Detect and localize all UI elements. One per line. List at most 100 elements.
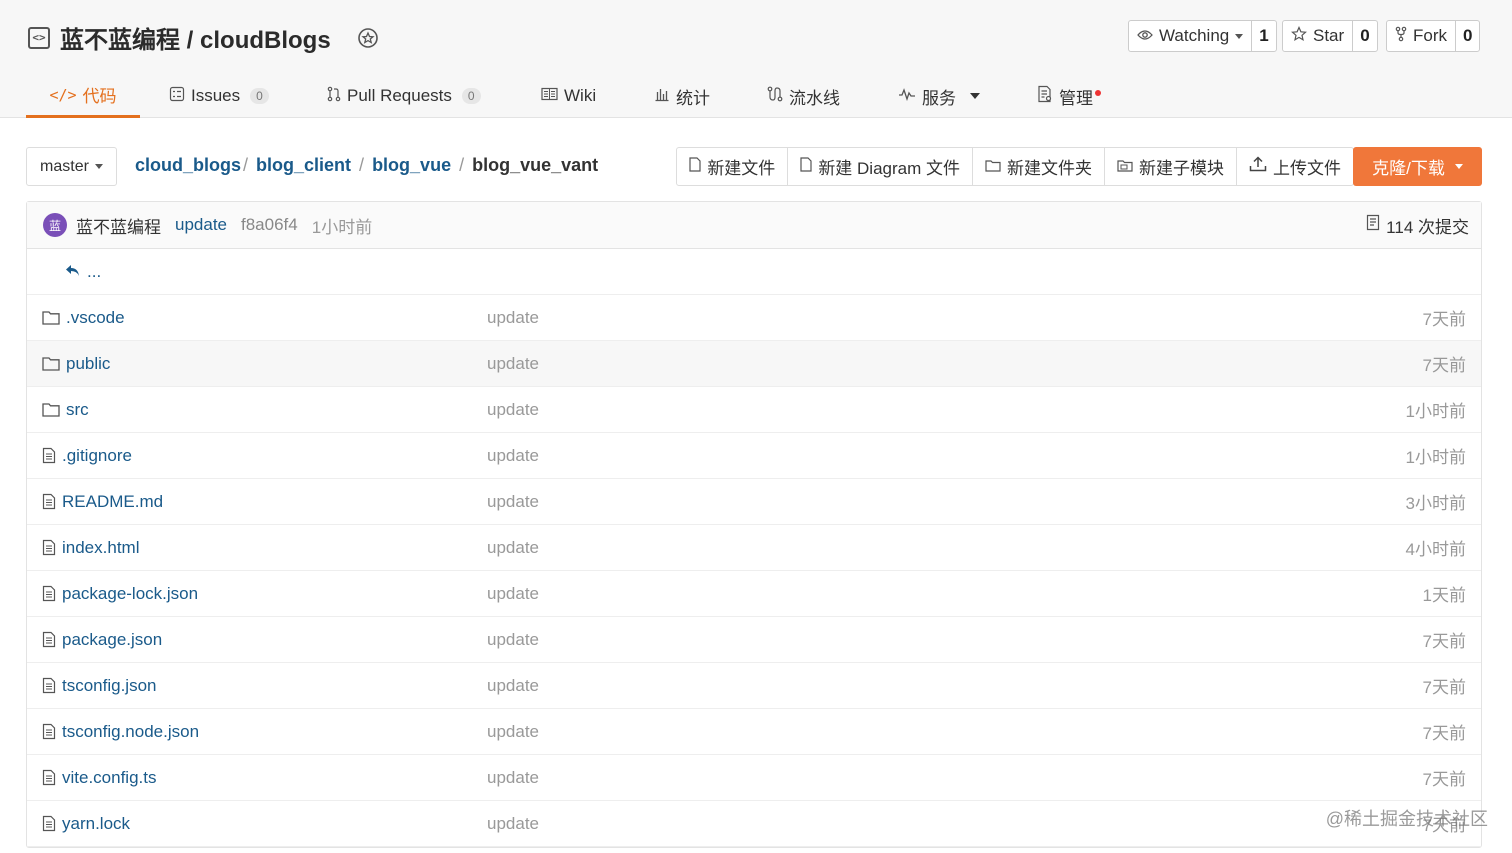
commit-message-link[interactable]: update	[487, 446, 539, 466]
pipeline-icon	[767, 86, 783, 107]
folder-icon	[42, 310, 60, 325]
upload-file-button[interactable]: 上传文件	[1236, 148, 1353, 185]
branch-selector[interactable]: master	[26, 147, 117, 186]
table-row[interactable]: public update 7天前	[27, 341, 1481, 387]
table-row[interactable]: .vscode update 7天前	[27, 295, 1481, 341]
fork-icon	[1395, 26, 1407, 47]
file-name-link[interactable]: package-lock.json	[42, 584, 198, 604]
table-row[interactable]: index.html update 4小时前	[27, 525, 1481, 571]
notification-dot	[1095, 89, 1101, 96]
commit-count-link[interactable]: 114 次提交	[1366, 213, 1469, 238]
table-row[interactable]: package-lock.json update 1天前	[27, 571, 1481, 617]
star-button[interactable]: Star	[1283, 21, 1352, 51]
table-row[interactable]: tsconfig.node.json update 7天前	[27, 709, 1481, 755]
repo-name-link[interactable]: cloudBlogs	[200, 27, 331, 54]
table-row[interactable]: vite.config.ts update 7天前	[27, 755, 1481, 801]
file-name-link[interactable]: .vscode	[42, 308, 125, 328]
breadcrumb-separator: /	[359, 155, 365, 175]
new-file-button[interactable]: 新建文件	[677, 148, 787, 185]
star-count[interactable]: 0	[1352, 21, 1376, 51]
settings-doc-icon	[1037, 85, 1053, 108]
commit-message[interactable]: update	[175, 215, 227, 235]
file-name-link[interactable]: .gitignore	[42, 446, 132, 466]
commit-time: 3小时前	[1405, 494, 1466, 513]
breadcrumb-item[interactable]: blog_vue	[372, 155, 451, 176]
commit-message-link[interactable]: update	[487, 492, 539, 512]
table-row[interactable]: package.json update 7天前	[27, 617, 1481, 663]
fork-count[interactable]: 0	[1455, 21, 1479, 51]
file-name-link[interactable]: src	[42, 400, 89, 420]
fork-button-group: Fork 0	[1386, 20, 1481, 52]
commit-message-link[interactable]: update	[487, 630, 539, 650]
tab-wiki[interactable]: Wiki	[541, 74, 596, 118]
tab-code[interactable]: </> 代码	[26, 74, 140, 118]
commit-message-link[interactable]: update	[487, 538, 539, 558]
commit-message-link[interactable]: update	[487, 722, 539, 742]
tab-manage[interactable]: 管理	[1037, 74, 1101, 118]
parent-directory-row[interactable]: ...	[27, 249, 1481, 295]
table-row[interactable]: tsconfig.json update 7天前	[27, 663, 1481, 709]
pull-request-icon	[327, 86, 341, 107]
tab-pull-requests[interactable]: Pull Requests 0	[327, 74, 481, 118]
breadcrumb-item[interactable]: blog_client	[256, 155, 351, 176]
file-icon	[800, 156, 812, 177]
new-folder-button[interactable]: 新建文件夹	[972, 148, 1104, 185]
file-name-link[interactable]: vite.config.ts	[42, 768, 157, 788]
repo-owner-link[interactable]: 蓝不蓝编程	[60, 27, 180, 54]
tab-services[interactable]: 服务	[898, 74, 980, 118]
new-diagram-button[interactable]: 新建 Diagram 文件	[787, 148, 972, 185]
file-name-link[interactable]: index.html	[42, 538, 139, 558]
commit-message-link[interactable]: update	[487, 768, 539, 788]
repo-toolbar: master cloud_blogs / blog_client / blog_…	[26, 147, 1482, 187]
folder-icon	[42, 356, 60, 371]
commit-sha[interactable]: f8a06f4	[241, 215, 298, 235]
issues-count-badge: 0	[250, 88, 269, 104]
file-name-link[interactable]: public	[42, 354, 110, 374]
file-name-link[interactable]: tsconfig.json	[42, 676, 157, 696]
clone-download-button[interactable]: 克隆/下载	[1353, 147, 1482, 186]
commit-time: 1小时前	[311, 217, 373, 237]
commit-author[interactable]: 蓝不蓝编程	[76, 213, 161, 238]
star-button-group: Star 0	[1282, 20, 1378, 52]
file-icon	[42, 631, 56, 648]
table-row[interactable]: src update 1小时前	[27, 387, 1481, 433]
bar-chart-icon	[654, 86, 670, 107]
watch-count[interactable]: 1	[1251, 21, 1275, 51]
avatar[interactable]: 蓝	[43, 213, 67, 237]
watch-button[interactable]: Watching	[1129, 21, 1251, 51]
folder-icon	[42, 402, 60, 417]
star-icon	[1291, 25, 1307, 47]
file-icon	[42, 539, 56, 556]
file-icon	[42, 677, 56, 694]
breadcrumb-item[interactable]: cloud_blogs	[135, 155, 241, 176]
file-name-link[interactable]: yarn.lock	[42, 814, 130, 834]
table-row[interactable]: .gitignore update 1小时前	[27, 433, 1481, 479]
commit-message-link[interactable]: update	[487, 400, 539, 420]
chevron-down-icon	[970, 93, 980, 99]
table-row[interactable]: README.md update 3小时前	[27, 479, 1481, 525]
commit-time: 7天前	[1422, 724, 1466, 743]
commit-time: 7天前	[1422, 356, 1466, 375]
latest-commit-bar: 蓝 蓝不蓝编程 update f8a06f4 1小时前 114 次提交	[27, 202, 1481, 249]
commit-message-link[interactable]: update	[487, 676, 539, 696]
tab-issues[interactable]: Issues 0	[169, 74, 269, 118]
tab-pipeline[interactable]: 流水线	[767, 74, 840, 118]
award-badge-icon[interactable]	[355, 25, 381, 51]
file-name-link[interactable]: tsconfig.node.json	[42, 722, 199, 742]
upload-icon	[1249, 156, 1267, 177]
fork-button[interactable]: Fork	[1387, 21, 1455, 51]
breadcrumb: cloud_blogs / blog_client / blog_vue / b…	[135, 155, 598, 176]
file-name-link[interactable]: package.json	[42, 630, 162, 650]
commit-message-link[interactable]: update	[487, 584, 539, 604]
new-submodule-button[interactable]: 新建子模块	[1104, 148, 1236, 185]
repo-title: <> 蓝不蓝编程 / cloudBlogs	[28, 20, 381, 55]
commit-message-link[interactable]: update	[487, 354, 539, 374]
table-row[interactable]: yarn.lock update 7天前	[27, 801, 1481, 847]
file-name-link[interactable]: README.md	[42, 492, 163, 512]
commit-message-link[interactable]: update	[487, 814, 539, 834]
file-icon	[42, 815, 56, 832]
tab-stats[interactable]: 统计	[654, 74, 710, 118]
commit-message-link[interactable]: update	[487, 308, 539, 328]
pulse-icon	[898, 86, 916, 106]
file-list: 蓝 蓝不蓝编程 update f8a06f4 1小时前 114 次提交 ... …	[26, 201, 1482, 848]
